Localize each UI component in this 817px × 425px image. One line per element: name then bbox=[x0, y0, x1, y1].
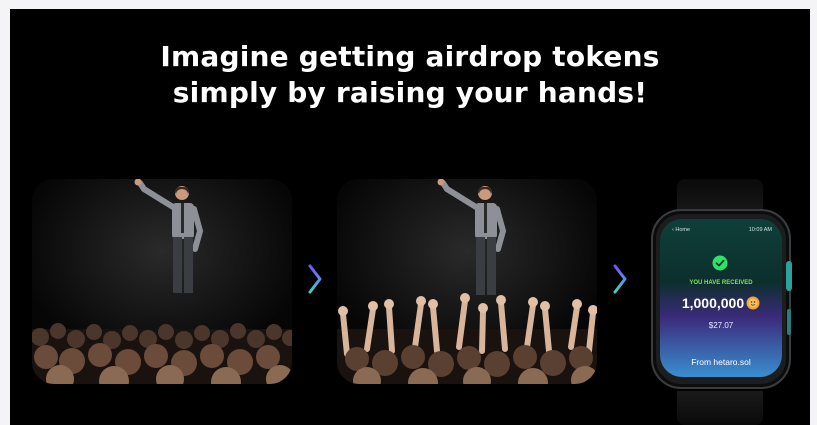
chevron-right-icon bbox=[308, 264, 322, 294]
watch-back-button[interactable]: ‹ Home bbox=[672, 227, 690, 233]
watch-time: 10:09 AM bbox=[748, 227, 772, 233]
watch-screen: ‹ Home 10:09 AM YOU HAVE RECEIVED 1,000,… bbox=[660, 219, 782, 377]
headline-line-2: simply by raising your hands! bbox=[172, 76, 648, 109]
stage-photo-before bbox=[32, 179, 292, 384]
smartwatch: ‹ Home 10:09 AM YOU HAVE RECEIVED 1,000,… bbox=[645, 179, 795, 425]
slide-canvas: Imagine getting airdrop tokens simply by… bbox=[10, 9, 810, 425]
headline-line-1: Imagine getting airdrop tokens bbox=[160, 40, 660, 73]
watch-status-bar: ‹ Home 10:09 AM bbox=[672, 227, 772, 233]
watch-crown[interactable] bbox=[786, 261, 792, 291]
sender-label: From hetaro.sol bbox=[691, 357, 751, 367]
watch-strap-bottom bbox=[677, 391, 763, 425]
amount-row: 1,000,000 bbox=[660, 295, 782, 311]
token-amount: 1,000,000 bbox=[681, 295, 745, 311]
watch-side-button[interactable] bbox=[787, 309, 791, 335]
chevron-right-icon bbox=[613, 264, 627, 294]
usd-value: $27.07 bbox=[708, 321, 734, 330]
stage-photo-hands-raised bbox=[337, 179, 597, 384]
audience-crowd bbox=[32, 323, 292, 384]
token-coin-icon bbox=[746, 296, 760, 310]
headline: Imagine getting airdrop tokens simply by… bbox=[10, 39, 810, 111]
check-circle-icon bbox=[712, 255, 728, 271]
received-label: YOU HAVE RECEIVED bbox=[689, 280, 753, 286]
